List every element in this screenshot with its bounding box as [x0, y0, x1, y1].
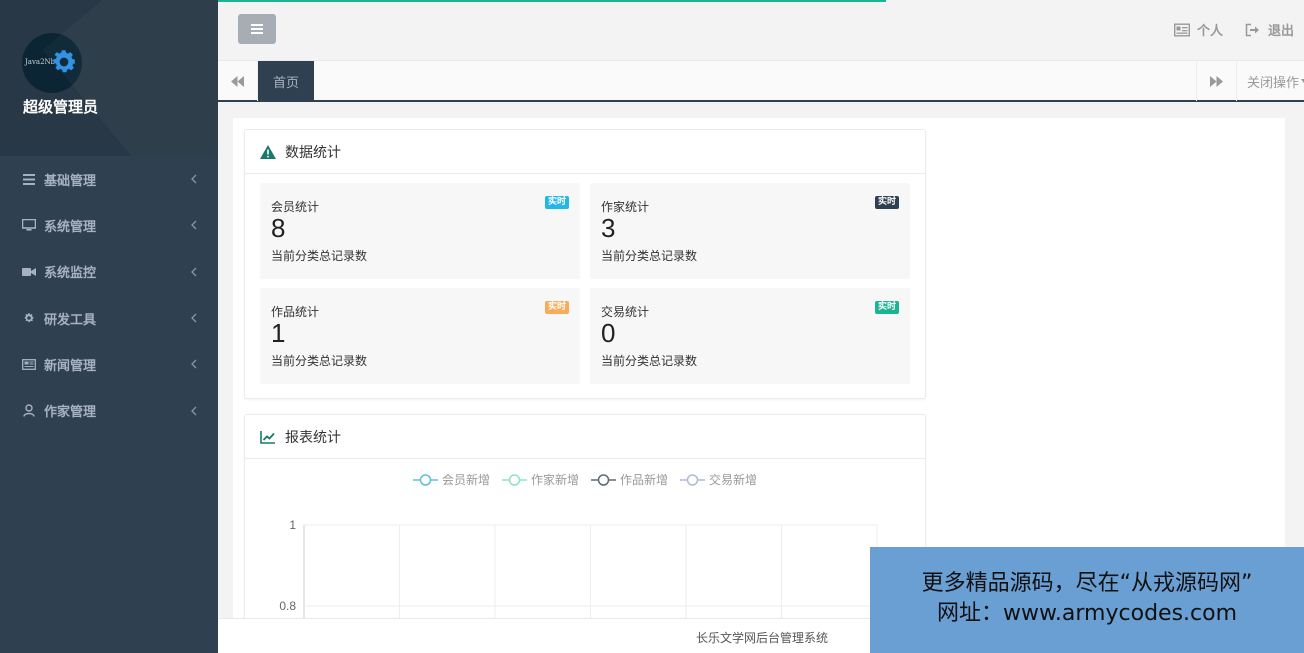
sidebar-nav: 基础管理 系统管理 系统监控 研发工具 新闻管理 作家管理 — [0, 156, 218, 434]
sidebar-item-monitor[interactable]: 系统监控 — [0, 249, 218, 295]
legend-item-works[interactable]: 作品新增 — [591, 471, 668, 488]
sidebar-item-label: 新闻管理 — [44, 358, 97, 374]
header-actions: 个人 退出 — [1173, 20, 1294, 39]
profile-area: Java2Nb 超级管理员 — [0, 0, 218, 156]
gear-logo-icon — [53, 50, 76, 73]
report-panel: 报表统计 会员新增 作家新增 作品新增 交易新增 1 0.8 — [244, 414, 926, 625]
backward-icon — [231, 75, 244, 87]
y-tick-label: 0.8 — [279, 599, 296, 613]
legend-item-transactions[interactable]: 交易新增 — [680, 471, 757, 488]
watermark-banner: 更多精品源码，尽在“从戎源码网” 网址：www.armycodes.com — [870, 547, 1304, 653]
realtime-badge: 实时 — [874, 301, 899, 314]
warning-icon — [260, 144, 276, 159]
stat-card-value: 0 — [601, 318, 616, 348]
stat-card-value: 1 — [271, 318, 286, 348]
personal-label: 个人 — [1196, 24, 1223, 39]
monitor-icon — [22, 218, 36, 232]
sidebar-item-system[interactable]: 系统管理 — [0, 202, 218, 248]
sidebar-item-label: 基础管理 — [44, 173, 97, 189]
line-chart-icon — [260, 430, 275, 444]
sidebar-item-label: 系统监控 — [44, 266, 97, 282]
stat-card-value: 3 — [601, 213, 616, 243]
menu-toggle-button[interactable] — [238, 14, 276, 44]
tab-scroll-right-button[interactable] — [1196, 61, 1236, 101]
realtime-badge: 实时 — [874, 196, 899, 209]
stat-card-desc: 当前分类总记录数 — [601, 354, 698, 368]
realtime-badge: 实时 — [544, 196, 569, 209]
legend-marker — [502, 473, 528, 486]
legend-label: 作家新增 — [531, 473, 580, 487]
list-icon — [22, 172, 36, 186]
legend-marker — [413, 473, 438, 486]
hamburger-icon — [251, 24, 263, 34]
legend-marker — [591, 473, 617, 486]
id-card-icon — [1173, 22, 1190, 37]
sidebar-item-label: 研发工具 — [44, 312, 97, 328]
legend-item-writers[interactable]: 作家新增 — [502, 471, 579, 488]
logout-link[interactable]: 退出 — [1245, 20, 1294, 39]
sidebar: Java2Nb 超级管理员 基础管理 系统管理 系统监控 研发工具 新闻管理 作… — [0, 0, 218, 653]
sidebar-item-basic[interactable]: 基础管理 — [0, 156, 218, 202]
tab-scroll-left-button[interactable] — [218, 61, 258, 101]
chevron-left-icon — [191, 359, 197, 369]
stat-card-desc: 当前分类总记录数 — [601, 249, 698, 263]
sidebar-item-writers[interactable]: 作家管理 — [0, 387, 218, 433]
gear-icon — [22, 311, 36, 325]
sidebar-item-label: 系统管理 — [44, 219, 97, 235]
watermark-line-1: 更多精品源码，尽在“从戎源码网” — [921, 571, 1253, 596]
sidebar-item-news[interactable]: 新闻管理 — [0, 341, 218, 387]
user-icon — [22, 404, 36, 418]
watermark-line-2: 网址：www.armycodes.com — [936, 601, 1238, 626]
user-name[interactable]: 超级管理员 — [23, 96, 98, 117]
logout-label: 退出 — [1267, 24, 1294, 39]
stat-card-works: 作品统计 实时 1 当前分类总记录数 — [260, 288, 580, 384]
chart-legend: 会员新增 作家新增 作品新增 交易新增 — [413, 471, 757, 488]
tab-home[interactable]: 首页 — [258, 61, 314, 101]
legend-item-members[interactable]: 会员新增 — [413, 471, 490, 488]
report-panel-header: 报表统计 — [245, 415, 925, 459]
sidebar-item-devtools[interactable]: 研发工具 — [0, 295, 218, 341]
personal-link[interactable]: 个人 — [1173, 20, 1223, 39]
stat-card-value: 8 — [271, 213, 286, 243]
report-line-chart: 10.8 — [279, 518, 878, 625]
avatar[interactable]: Java2Nb — [22, 33, 82, 93]
footer-text: 长乐文学网后台管理系统 — [696, 631, 829, 645]
stat-card-transactions: 交易统计 实时 0 当前分类总记录数 — [590, 288, 910, 384]
close-operations-dropdown[interactable]: 关闭操作 — [1236, 61, 1304, 101]
stats-panel: 数据统计 会员统计 实时 8 当前分类总记录数 作家统计 实时 3 当前分类总记… — [244, 129, 926, 399]
tab-bar: 首页 关闭操作 — [218, 60, 1304, 102]
stat-card-members: 会员统计 实时 8 当前分类总记录数 — [260, 183, 580, 279]
loading-progress-bar — [218, 0, 886, 2]
stat-card-writers: 作家统计 实时 3 当前分类总记录数 — [590, 183, 910, 279]
main-content: 数据统计 会员统计 实时 8 当前分类总记录数 作家统计 实时 3 当前分类总记… — [233, 118, 1285, 625]
newspaper-icon — [22, 357, 36, 371]
stats-panel-title: 数据统计 — [285, 144, 341, 161]
sign-out-icon — [1245, 23, 1259, 36]
legend-label: 会员新增 — [442, 473, 491, 487]
stat-card-desc: 当前分类总记录数 — [271, 249, 368, 263]
video-camera-icon — [22, 265, 36, 279]
legend-label: 作品新增 — [620, 473, 669, 487]
top-header: 个人 退出 — [218, 0, 1304, 60]
chevron-left-icon — [191, 406, 197, 416]
close-operations-label: 关闭操作 — [1247, 75, 1300, 91]
chevron-left-icon — [191, 267, 197, 277]
chevron-left-icon — [191, 313, 197, 323]
stat-card-desc: 当前分类总记录数 — [271, 354, 368, 368]
chevron-left-icon — [191, 174, 197, 184]
legend-label: 交易新增 — [709, 473, 758, 487]
report-panel-title: 报表统计 — [285, 429, 341, 446]
forward-icon — [1210, 75, 1223, 87]
chevron-left-icon — [191, 220, 197, 230]
realtime-badge: 实时 — [544, 301, 569, 314]
y-tick-label: 1 — [289, 518, 296, 532]
stats-panel-header: 数据统计 — [245, 130, 925, 174]
sidebar-item-label: 作家管理 — [44, 405, 97, 421]
legend-marker — [680, 473, 706, 486]
